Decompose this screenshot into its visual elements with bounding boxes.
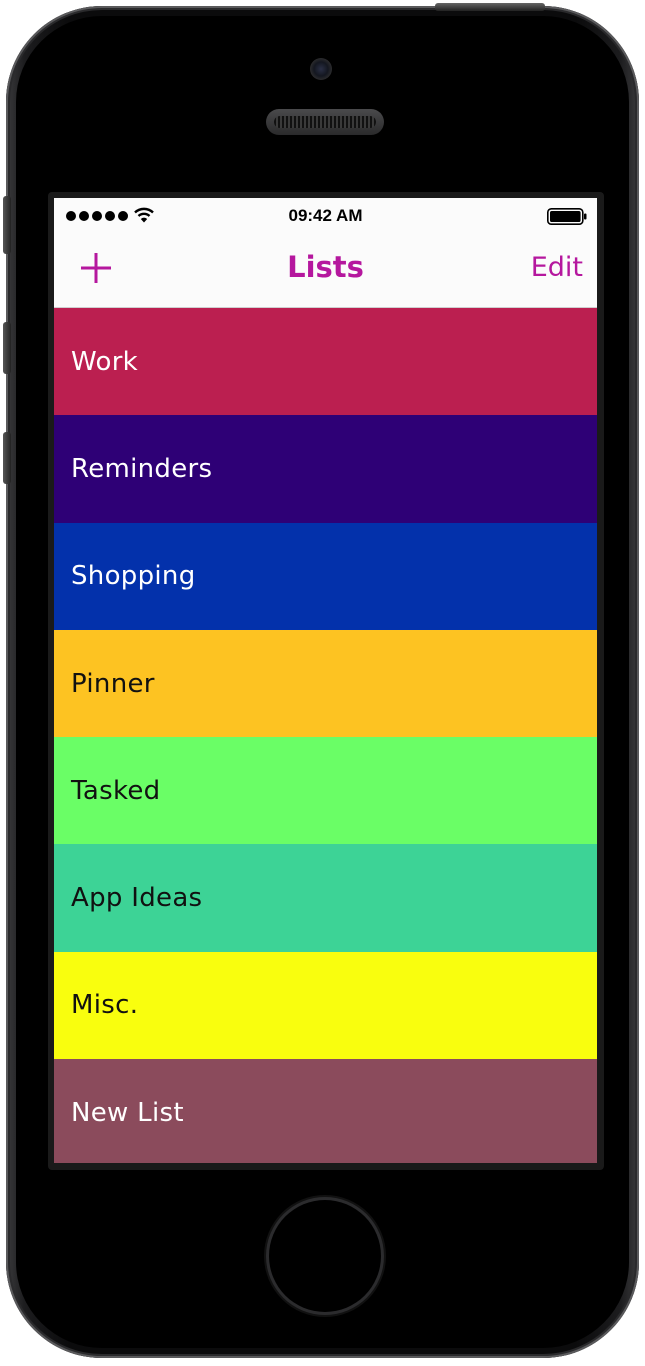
status-time: 09:42 AM xyxy=(288,206,363,225)
volume-up-button xyxy=(3,322,11,374)
list-item-label: Tasked xyxy=(71,775,161,806)
list-item-pinner[interactable]: Pinner xyxy=(54,629,597,738)
list-item-reminders[interactable]: Reminders xyxy=(54,415,597,523)
volume-down-button xyxy=(3,432,11,484)
lists-container: Work Reminders Shopping Pinner Tasked App Ide… xyxy=(54,308,597,1163)
list-item-work[interactable]: Work xyxy=(54,308,597,416)
list-item-tasked[interactable]: Tasked xyxy=(54,737,597,845)
earpiece-speaker xyxy=(266,109,384,135)
list-item-shopping[interactable]: Shopping xyxy=(54,522,597,630)
navigation-bar: Lists Edit xyxy=(54,234,597,308)
front-camera xyxy=(310,58,332,80)
list-item-label: App Ideas xyxy=(71,883,203,914)
list-item-new-list[interactable]: New List xyxy=(54,1059,597,1163)
status-bar: 09:42 AM xyxy=(54,198,597,234)
list-item-label: Misc. xyxy=(71,990,139,1021)
list-item-label: Pinner xyxy=(71,668,155,699)
page-title: Lists xyxy=(287,250,364,284)
list-item-label: Work xyxy=(71,346,139,377)
mute-switch xyxy=(3,196,11,254)
battery-icon xyxy=(547,208,587,225)
home-button[interactable] xyxy=(269,1200,381,1312)
list-item-label: New List xyxy=(71,1097,184,1128)
list-item-label: Reminders xyxy=(71,453,213,484)
edit-button[interactable]: Edit xyxy=(531,252,583,283)
list-item-app-ideas[interactable]: App Ideas xyxy=(54,844,597,952)
power-button xyxy=(435,3,545,11)
app-screen: 09:42 AM Lists Edit Work Reminders Shoppin… xyxy=(54,198,597,1163)
list-item-label: Shopping xyxy=(71,561,196,592)
list-item-misc[interactable]: Misc. xyxy=(54,951,597,1060)
